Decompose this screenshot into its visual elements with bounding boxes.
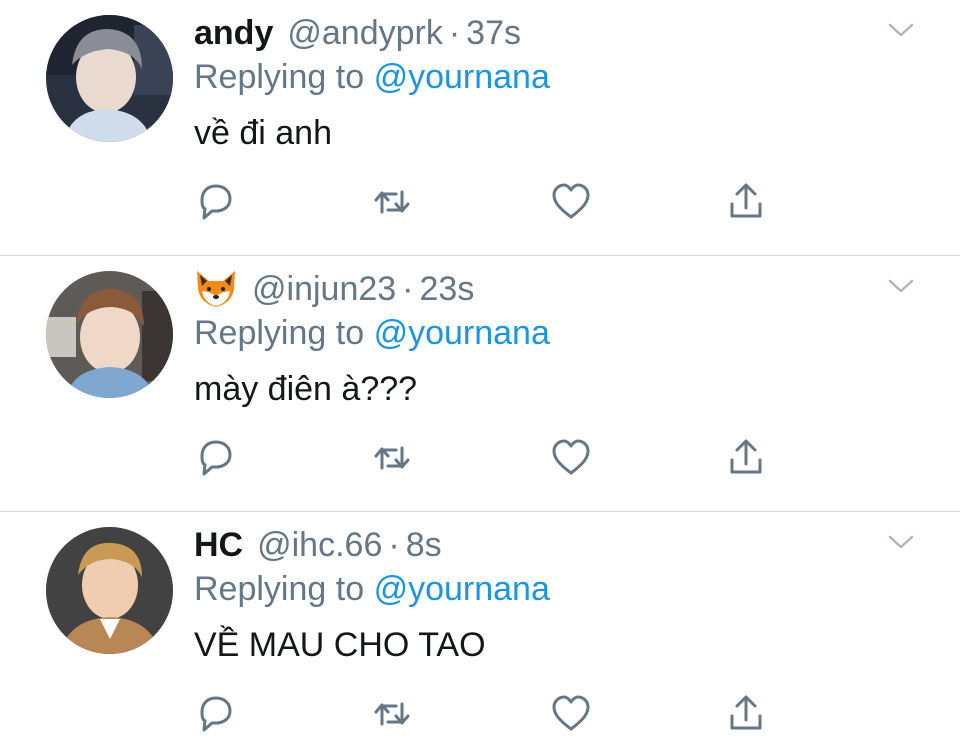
reply-prefix: Replying to <box>194 314 365 352</box>
reply-context: Replying to @yournana <box>194 570 550 609</box>
tweet-text: VỀ MAU CHO TAO <box>194 626 486 664</box>
chevron-down-icon[interactable] <box>886 532 916 552</box>
share-icon[interactable] <box>724 692 768 736</box>
user-handle[interactable]: @injun23 <box>252 270 396 309</box>
reply-prefix: Replying to <box>194 570 365 608</box>
tweet[interactable]: @injun23 · 23s Replying to @yournana mày… <box>0 256 960 512</box>
like-icon[interactable] <box>549 436 593 480</box>
share-icon[interactable] <box>724 180 768 224</box>
avatar[interactable] <box>46 15 173 142</box>
display-name[interactable]: andy <box>194 14 273 53</box>
separator-dot: · <box>448 13 461 52</box>
separator-dot: · <box>388 525 400 564</box>
reply-handle-link[interactable]: @yournana <box>374 570 550 608</box>
chevron-down-icon[interactable] <box>886 20 916 40</box>
tweet-actions <box>194 180 794 224</box>
tweet[interactable]: andy @andyprk · 37s Replying to @yournan… <box>0 0 960 256</box>
retweet-icon[interactable] <box>370 436 414 480</box>
avatar[interactable] <box>46 527 173 654</box>
like-icon[interactable] <box>549 180 593 224</box>
separator-dot: · <box>402 269 414 308</box>
timestamp[interactable]: 37s <box>466 14 521 53</box>
reply-icon[interactable] <box>194 436 238 480</box>
retweet-icon[interactable] <box>370 692 414 736</box>
user-handle[interactable]: @andyprk <box>287 14 442 53</box>
tweet-text: về đi anh <box>194 114 332 152</box>
reply-prefix: Replying to <box>194 58 365 96</box>
tweet-actions <box>194 692 794 736</box>
tweet-header: HC @ihc.66 · 8s <box>194 523 442 567</box>
reply-icon[interactable] <box>194 180 238 224</box>
reply-icon[interactable] <box>194 692 238 736</box>
timestamp[interactable]: 23s <box>420 270 475 309</box>
reply-context: Replying to @yournana <box>194 314 550 353</box>
retweet-icon[interactable] <box>370 180 414 224</box>
chevron-down-icon[interactable] <box>886 276 916 296</box>
user-handle[interactable]: @ihc.66 <box>257 526 382 565</box>
tweet-header: @injun23 · 23s <box>194 267 474 311</box>
timestamp[interactable]: 8s <box>406 526 442 565</box>
display-name[interactable]: HC <box>194 526 243 565</box>
fox-face-emoji[interactable] <box>194 269 238 309</box>
tweet-actions <box>194 436 794 480</box>
tweet-text: mày điên à??? <box>194 370 418 408</box>
tweet[interactable]: HC @ihc.66 · 8s Replying to @yournana VỀ… <box>0 512 960 746</box>
reply-handle-link[interactable]: @yournana <box>374 314 550 352</box>
reply-context: Replying to @yournana <box>194 58 550 97</box>
reply-handle-link[interactable]: @yournana <box>374 58 550 96</box>
share-icon[interactable] <box>724 436 768 480</box>
like-icon[interactable] <box>549 692 593 736</box>
tweet-header: andy @andyprk · 37s <box>194 11 521 55</box>
avatar[interactable] <box>46 271 173 398</box>
